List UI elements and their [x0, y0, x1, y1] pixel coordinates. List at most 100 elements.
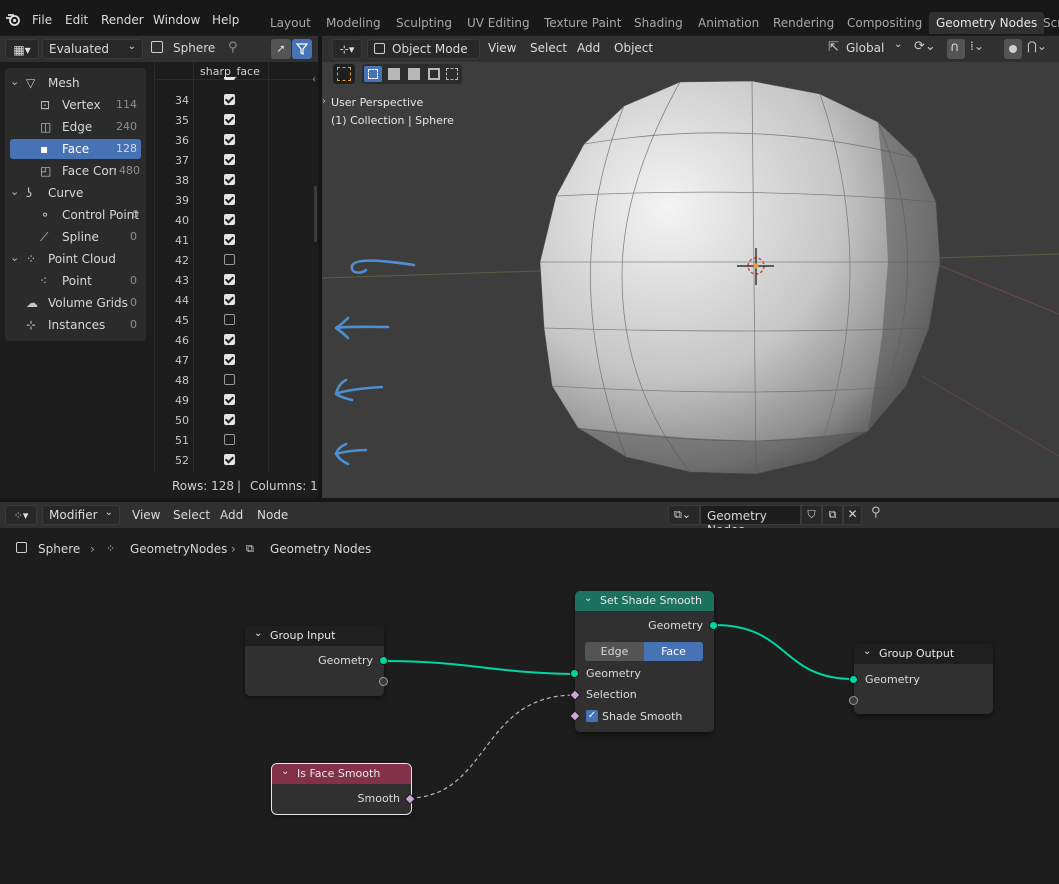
snap-toggle[interactable]: ∩: [947, 39, 965, 59]
tab-texture-paint[interactable]: Texture Paint: [537, 12, 628, 34]
tab-animation[interactable]: Animation: [691, 12, 766, 34]
fake-user-button[interactable]: ⛉: [801, 505, 822, 525]
select-extend-icon[interactable]: [388, 68, 400, 80]
menu-window[interactable]: Window: [153, 13, 200, 27]
empty-output-socket[interactable]: [379, 677, 388, 686]
tree-item-spline[interactable]: ⟋ Spline 0: [5, 227, 146, 247]
node-menu-view[interactable]: View: [132, 508, 160, 522]
evaluation-mode-dropdown[interactable]: Evaluated ⌄: [42, 39, 143, 59]
tab-layout[interactable]: Layout: [263, 12, 318, 34]
table-row: 38: [155, 170, 318, 190]
tree-item-curve[interactable]: ⌄ ʖ Curve: [5, 183, 146, 203]
sharp-face-checkbox: [224, 174, 235, 185]
node-menu-add[interactable]: Add: [220, 508, 243, 522]
tab-uv-editing[interactable]: UV Editing: [460, 12, 537, 34]
blender-logo-icon[interactable]: [5, 12, 21, 26]
tab-modeling[interactable]: Modeling: [319, 12, 388, 34]
set-shade-smooth-node[interactable]: ⌄ Set Shade Smooth Geometry Edge Face Ge…: [569, 591, 718, 732]
proportional-edit-toggle[interactable]: [1004, 39, 1022, 59]
chevron-down-icon: ⌄: [281, 766, 290, 777]
node-tree-type-dropdown[interactable]: Modifier ⌄: [42, 505, 120, 525]
node-header[interactable]: ⌄ Is Face Smooth: [272, 764, 411, 784]
pivot-point-icon[interactable]: ⟳⌄: [914, 39, 936, 54]
tab-scripting[interactable]: Scr: [1036, 12, 1059, 34]
shade-smooth-checkbox[interactable]: ✓: [586, 710, 598, 722]
viewport-menu-add[interactable]: Add: [577, 41, 600, 55]
tree-item-edge[interactable]: ◫ Edge 240: [5, 117, 146, 137]
select-subtract-icon[interactable]: [408, 68, 420, 80]
link-selection: [409, 694, 576, 799]
table-row: 36: [155, 130, 318, 150]
select-tool-button[interactable]: [333, 64, 355, 84]
scrollbar[interactable]: [314, 186, 317, 242]
object-mode-dropdown[interactable]: Object Mode: [367, 39, 480, 59]
select-invert-icon[interactable]: [428, 68, 440, 80]
tab-compositing[interactable]: Compositing: [840, 12, 929, 34]
pin-icon[interactable]: ⚲: [871, 505, 881, 520]
geometry-input-socket[interactable]: [570, 669, 579, 678]
row-index: 45: [175, 314, 189, 327]
tree-item-mesh[interactable]: ⌄ ▽ Mesh: [5, 73, 146, 93]
chevron-down-icon: ⌄: [863, 646, 872, 657]
menu-edit[interactable]: Edit: [65, 13, 88, 27]
tab-sculpting[interactable]: Sculpting: [389, 12, 459, 34]
empty-input-socket[interactable]: [849, 696, 858, 705]
tab-rendering[interactable]: Rendering: [766, 12, 841, 34]
editor-type-button[interactable]: ⁘▾: [5, 505, 37, 525]
group-output-node[interactable]: ⌄ Group Output Geometry: [849, 644, 993, 714]
socket-label: Geometry: [865, 673, 920, 686]
geometry-output-socket[interactable]: [709, 621, 718, 630]
3d-viewport[interactable]: User Perspective (1) Collection | Sphere…: [322, 36, 1059, 498]
tree-item-point-cloud[interactable]: ⌄ ⁘ Point Cloud: [5, 249, 146, 269]
node-header[interactable]: ⌄ Group Input: [245, 626, 384, 646]
tree-item-point[interactable]: ⁖ Point 0: [5, 271, 146, 291]
vertex-icon: ⊡: [40, 98, 51, 112]
domain-face-button[interactable]: Face: [644, 642, 703, 661]
group-input-node[interactable]: ⌄ Group Input Geometry: [245, 626, 388, 696]
tree-item-control-point[interactable]: ⚬ Control Point 0: [5, 205, 146, 225]
tree-item-label: Point: [62, 274, 92, 288]
select-intersect-icon[interactable]: [446, 68, 458, 80]
copy-icon: ⧉: [828, 508, 837, 521]
tree-item-count: 128: [116, 142, 137, 155]
viewport-menu-select[interactable]: Select: [530, 41, 567, 55]
sidebar-arrow-icon[interactable]: ›: [322, 96, 326, 107]
volume-icon: ☁: [26, 296, 38, 310]
area-divider[interactable]: [318, 36, 322, 502]
sharp-face-checkbox: [224, 314, 235, 325]
geometry-input-socket[interactable]: [849, 675, 858, 684]
falloff-icon[interactable]: ⋂⌄: [1027, 39, 1047, 53]
node-editor-canvas[interactable]: Sphere › ⁘ GeometryNodes › ⧉ Geometry No…: [0, 528, 1059, 884]
viewport-menu-view[interactable]: View: [488, 41, 516, 55]
point-icon: ⁖: [40, 274, 48, 288]
tree-item-instances[interactable]: ⊹ Instances 0: [5, 315, 146, 335]
pin-icon[interactable]: ⚲: [228, 40, 238, 55]
transform-orientation-dropdown[interactable]: ⇱ Global ⌄: [828, 39, 904, 59]
menu-file[interactable]: File: [32, 13, 52, 27]
node-group-name-field[interactable]: Geometry Nodes: [700, 505, 801, 537]
tab-shading[interactable]: Shading: [627, 12, 690, 34]
selected-only-toggle[interactable]: ➚: [271, 39, 291, 59]
tab-geometry-nodes[interactable]: Geometry Nodes: [929, 12, 1045, 34]
viewport-menu-object[interactable]: Object: [614, 41, 653, 55]
node-header[interactable]: ⌄ Group Output: [854, 644, 993, 664]
filter-toggle[interactable]: [292, 39, 312, 59]
node-header[interactable]: ⌄ Set Shade Smooth: [575, 591, 714, 611]
menu-help[interactable]: Help: [212, 13, 239, 27]
duplicate-button[interactable]: ⧉: [822, 505, 843, 525]
node-group-browse-button[interactable]: ⧉⌄: [668, 505, 700, 525]
domain-edge-button[interactable]: Edge: [585, 642, 644, 661]
snap-target-icon[interactable]: ⁞⌄: [970, 39, 984, 53]
is-face-smooth-node[interactable]: ⌄ Is Face Smooth Smooth: [271, 763, 416, 815]
node-menu-select[interactable]: Select: [173, 508, 210, 522]
tree-item-face[interactable]: ▪ Face 128: [10, 139, 141, 159]
node-menu-node[interactable]: Node: [257, 508, 288, 522]
tree-item-face-corner[interactable]: ◰ Face Corner 480: [5, 161, 146, 181]
tree-item-volume-grids[interactable]: ☁ Volume Grids 0: [5, 293, 146, 313]
tree-item-vertex[interactable]: ⊡ Vertex 114: [5, 95, 146, 115]
geometry-output-socket[interactable]: [379, 656, 388, 665]
editor-type-button[interactable]: ⊹▾: [332, 39, 362, 59]
editor-type-button[interactable]: ▦▾: [5, 39, 39, 59]
unlink-button[interactable]: ✕: [843, 505, 862, 525]
menu-render[interactable]: Render: [101, 13, 144, 27]
